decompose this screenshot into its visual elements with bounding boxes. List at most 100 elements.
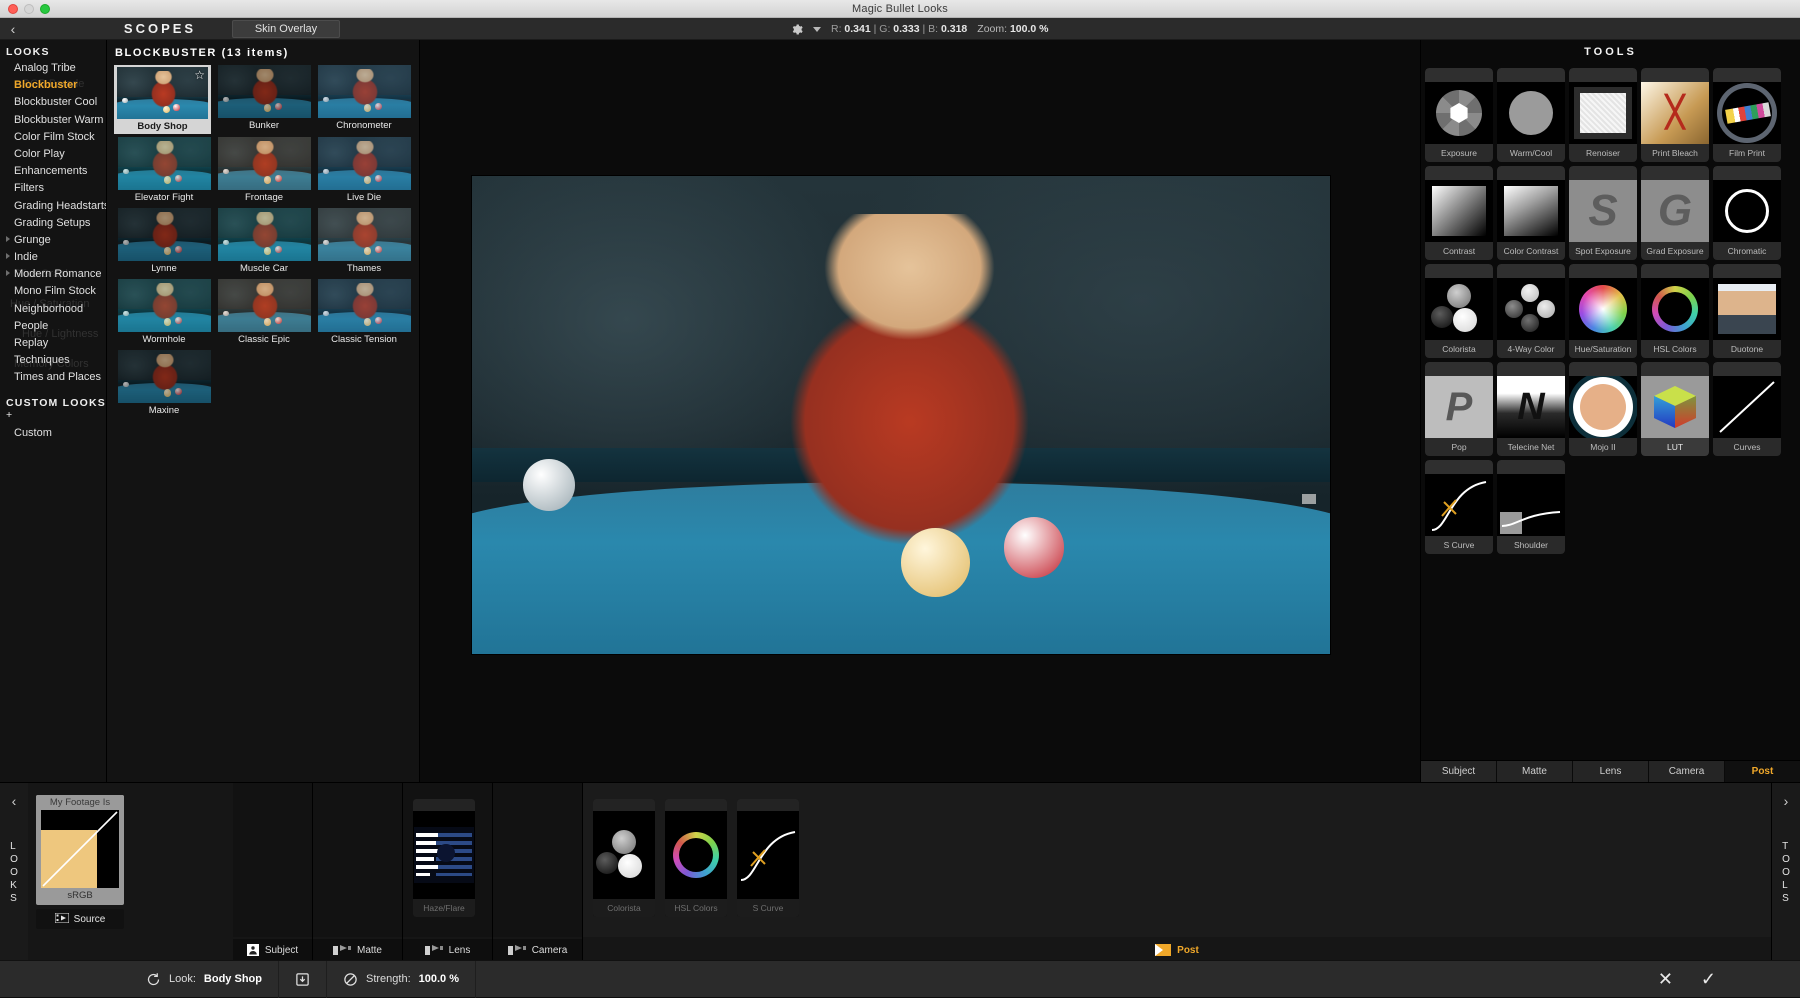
tool-color-contrast[interactable]: Color Contrast (1497, 166, 1565, 260)
stage-tab-matte[interactable]: Matte (313, 939, 402, 961)
look-card[interactable]: Live Die (314, 137, 414, 205)
sidebar-item-mono-film-stock[interactable]: Mono Film Stock (0, 283, 106, 300)
chevron-down-icon[interactable] (813, 26, 821, 32)
reset-arrow-icon[interactable] (146, 972, 161, 987)
stage-chip[interactable]: S Curve (737, 799, 799, 917)
source-button[interactable]: Source (36, 909, 124, 929)
tool-s-curve[interactable]: S Curve (1425, 460, 1493, 554)
tool-telecine-net[interactable]: N Telecine Net (1497, 362, 1565, 456)
sidebar-item-times-and-places[interactable]: Times and Places (0, 369, 106, 386)
tool-pop[interactable]: P Pop (1425, 362, 1493, 456)
tool-renoiser[interactable]: Renoiser (1569, 68, 1637, 162)
check-icon[interactable]: ✓ (1701, 970, 1716, 988)
add-custom-look-icon[interactable]: + (6, 409, 13, 421)
chevron-right-icon[interactable] (6, 270, 10, 277)
chevron-right-icon[interactable] (6, 235, 10, 242)
look-card[interactable]: ☆ Body Shop (114, 65, 211, 134)
look-card[interactable]: Maxine (114, 350, 214, 418)
stage-tab-subject[interactable]: Subject (233, 939, 312, 961)
chevron-left-icon[interactable]: ‹ (0, 18, 26, 40)
tool-grad-exposure[interactable]: G Grad Exposure (1641, 166, 1709, 260)
sidebar-item-modern-romance[interactable]: Modern Romance (0, 266, 106, 283)
sidebar-item-analog-tribe[interactable]: Analog Tribe (0, 60, 106, 77)
skin-overlay-button[interactable]: Skin Overlay (232, 20, 340, 38)
stage-tab-camera[interactable]: Camera (493, 939, 582, 961)
tools-tab-camera[interactable]: Camera (1649, 761, 1725, 782)
tool-duotone[interactable]: Duotone (1713, 264, 1781, 358)
rgb-g-value: 0.333 (893, 23, 920, 35)
look-card[interactable]: Bunker (214, 65, 314, 134)
sidebar-item-neighborhood[interactable]: Neighborhood (0, 301, 106, 318)
stage-subject[interactable]: Subject (233, 783, 313, 961)
look-card[interactable]: Thames (314, 208, 414, 276)
sidebar-item-indie[interactable]: Indie (0, 249, 106, 266)
tool-exposure[interactable]: Exposure (1425, 68, 1493, 162)
sidebar-item-color-film-stock[interactable]: Color Film Stock (0, 129, 106, 146)
stage-post[interactable]: Colorista HSL Colors S Curve Post (583, 783, 1772, 961)
tool-shoulder[interactable]: Shoulder (1497, 460, 1565, 554)
sidebar-item-replay[interactable]: Replay (0, 335, 106, 352)
look-card[interactable]: Wormhole (114, 279, 214, 347)
stage-lens[interactable]: Haze/Flare Lens (403, 783, 493, 961)
strength-segment[interactable]: Strength: 100.0 % (327, 960, 476, 998)
tool-print-bleach-bypass[interactable]: ╳Print Bleach Bypass (1641, 68, 1709, 162)
look-card[interactable]: Muscle Car (214, 208, 314, 276)
tool-curves[interactable]: Curves (1713, 362, 1781, 456)
looks-rail[interactable]: ‹ LOOKS (0, 783, 28, 961)
sidebar-item-blockbuster-warm[interactable]: Blockbuster Warm (0, 112, 106, 129)
stage-chip[interactable]: Haze/Flare (413, 799, 475, 917)
tool-lut[interactable]: LUT (1641, 362, 1709, 456)
sidebar-item-label: Indie (14, 251, 38, 264)
stage-chip[interactable]: HSL Colors (665, 799, 727, 917)
custom-look-item[interactable]: Custom (0, 425, 106, 442)
look-card[interactable]: Frontage (214, 137, 314, 205)
stage-chip[interactable]: Colorista (593, 799, 655, 917)
tools-tab-lens[interactable]: Lens (1573, 761, 1649, 782)
look-card[interactable]: Classic Tension (314, 279, 414, 347)
tool-hsl-colors[interactable]: HSL Colors (1641, 264, 1709, 358)
stage-tab-post[interactable]: Post (583, 939, 1771, 961)
tools-tab-subject[interactable]: Subject (1421, 761, 1497, 782)
tool-warm-cool[interactable]: Warm/Cool (1497, 68, 1565, 162)
look-status-segment[interactable]: Look: Body Shop (130, 960, 279, 998)
sidebar-item-grunge[interactable]: Grunge (0, 232, 106, 249)
chevron-left-icon[interactable]: ‹ (12, 793, 17, 809)
close-x-icon[interactable]: ✕ (1658, 970, 1673, 988)
tools-tab-matte[interactable]: Matte (1497, 761, 1573, 782)
tool-film-print[interactable]: Film Print (1713, 68, 1781, 162)
stage-matte[interactable]: Matte (313, 783, 403, 961)
preview-canvas[interactable] (472, 176, 1330, 654)
sidebar-item-people[interactable]: People (0, 318, 106, 335)
star-outline-icon[interactable]: ☆ (194, 69, 205, 81)
sidebar-item-filters[interactable]: Filters (0, 180, 106, 197)
sidebar-item-grading-headstarts[interactable]: Grading Headstarts (0, 198, 106, 215)
look-card[interactable]: Chronometer (314, 65, 414, 134)
chevron-right-icon[interactable] (6, 253, 10, 260)
sidebar-item-enhancements[interactable]: Enhancements (0, 163, 106, 180)
look-card[interactable]: Elevator Fight (114, 137, 214, 205)
tool-4-way-color[interactable]: 4-Way Color (1497, 264, 1565, 358)
my-footage-card[interactable]: My Footage Is sRGB (36, 795, 124, 905)
tools-tab-post[interactable]: Post (1725, 761, 1800, 782)
no-entry-icon[interactable] (343, 972, 358, 987)
tool-chromatic-aberration[interactable]: Chromatic Aberration (1713, 166, 1781, 260)
sidebar-item-blockbuster-cool[interactable]: Blockbuster Cool (0, 94, 106, 111)
tool-contrast[interactable]: Contrast (1425, 166, 1493, 260)
sidebar-item-techniques[interactable]: Techniques (0, 352, 106, 369)
tools-rail[interactable]: › TOOLS (1772, 783, 1800, 961)
sidebar-item-grading-setups[interactable]: Grading Setups (0, 215, 106, 232)
look-card[interactable]: Classic Epic (214, 279, 314, 347)
save-look-segment[interactable] (279, 960, 327, 998)
stage-tab-lens[interactable]: Lens (403, 939, 492, 961)
sidebar-item-color-play[interactable]: Color Play (0, 146, 106, 163)
tool-mojo-ii[interactable]: Mojo II (1569, 362, 1637, 456)
chevron-right-icon[interactable]: › (1784, 793, 1789, 809)
sidebar-item-blockbuster[interactable]: Blockbuster (0, 77, 106, 94)
tool-hue-saturation[interactable]: Hue/Saturation (1569, 264, 1637, 358)
look-card[interactable]: Lynne (114, 208, 214, 276)
tool-colorista[interactable]: Colorista (1425, 264, 1493, 358)
stage-camera[interactable]: Camera (493, 783, 583, 961)
save-down-icon[interactable] (295, 972, 310, 987)
gear-icon[interactable] (790, 23, 803, 36)
tool-spot-exposure[interactable]: S Spot Exposure (1569, 166, 1637, 260)
